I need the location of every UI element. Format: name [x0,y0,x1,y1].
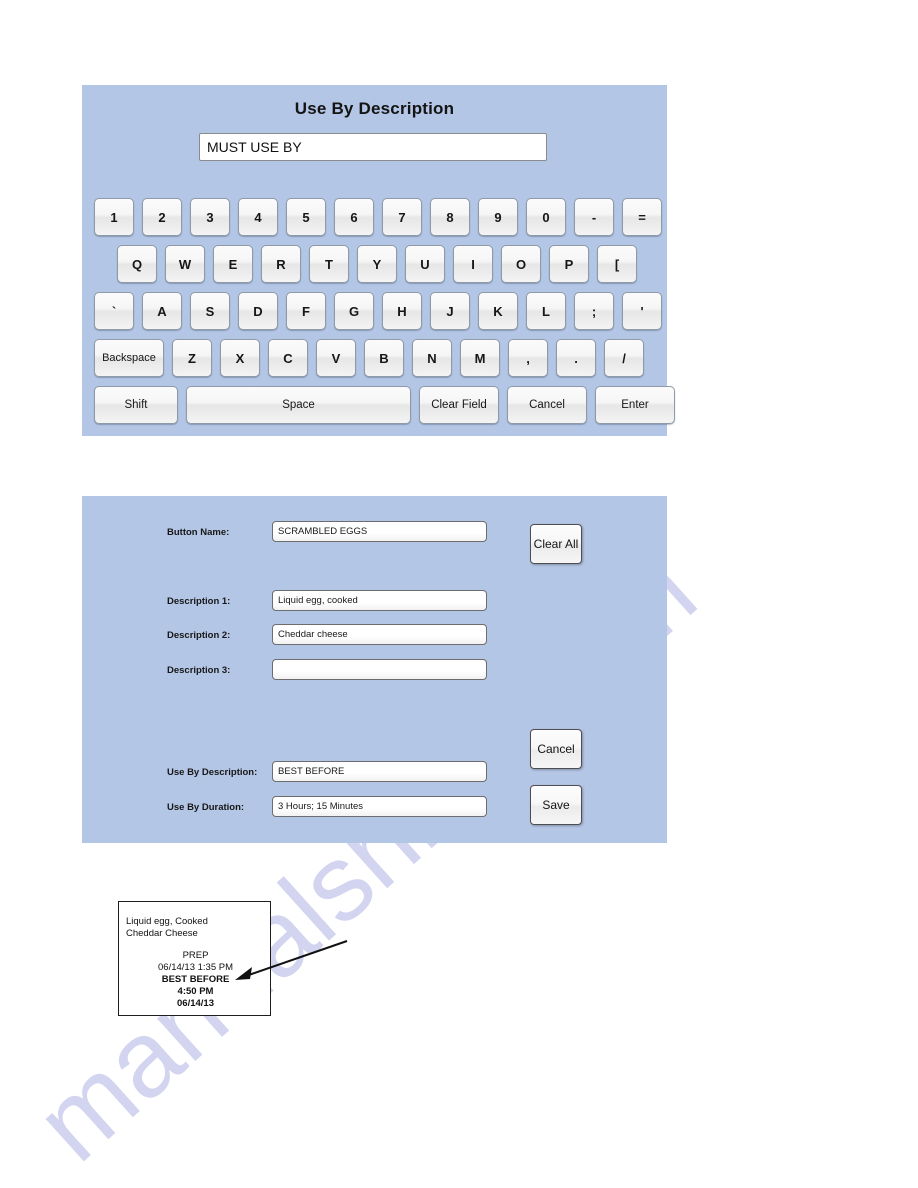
key-n[interactable]: N [412,339,452,377]
label-description-line-1: Liquid egg, Cooked [126,916,208,927]
keyboard-row-numbers: 1 2 3 4 5 6 7 8 9 0 - = [94,198,670,236]
description-1-input[interactable]: Liquid egg, cooked [272,590,487,611]
key-cancel[interactable]: Cancel [507,386,587,424]
key-8[interactable]: 8 [430,198,470,236]
key-enter[interactable]: Enter [595,386,675,424]
key-x[interactable]: X [220,339,260,377]
use-by-description-keyboard-panel: Use By Description MUST USE BY 1 2 3 4 5… [82,85,675,436]
key-6[interactable]: 6 [334,198,374,236]
key-4[interactable]: 4 [238,198,278,236]
key-c[interactable]: C [268,339,308,377]
use-by-duration-field[interactable]: 3 Hours; 15 Minutes [272,796,487,817]
keyboard-row-home: ` A S D F G H J K L ; ' [94,292,670,330]
description-2-input[interactable]: Cheddar cheese [272,624,487,645]
key-clear-field[interactable]: Clear Field [419,386,499,424]
key-1[interactable]: 1 [94,198,134,236]
key-j[interactable]: J [430,292,470,330]
key-y[interactable]: Y [357,245,397,283]
label-description-1: Description 1: [167,596,231,607]
key-period[interactable]: . [556,339,596,377]
key-v[interactable]: V [316,339,356,377]
key-5[interactable]: 5 [286,198,326,236]
key-f[interactable]: F [286,292,326,330]
key-p[interactable]: P [549,245,589,283]
keyboard-row-bottom: Backspace Z X C V B N M , . / [94,339,652,377]
key-2[interactable]: 2 [142,198,182,236]
key-m[interactable]: M [460,339,500,377]
button-configuration-form-panel: Button Name: SCRAMBLED EGGS Description … [82,496,667,843]
key-backtick[interactable]: ` [94,292,134,330]
key-q[interactable]: Q [117,245,157,283]
use-by-description-input[interactable]: MUST USE BY [199,133,547,161]
label-use-by-description: Use By Description: [167,767,258,778]
cancel-button[interactable]: Cancel [530,729,582,769]
save-button[interactable]: Save [530,785,582,825]
key-minus[interactable]: - [574,198,614,236]
key-l[interactable]: L [526,292,566,330]
panel-title: Use By Description [294,99,455,118]
key-r[interactable]: R [261,245,301,283]
key-w[interactable]: W [165,245,205,283]
key-d[interactable]: D [238,292,278,330]
key-h[interactable]: H [382,292,422,330]
label-button-name: Button Name: [167,527,230,538]
label-description-2: Description 2: [167,630,231,641]
button-name-input[interactable]: SCRAMBLED EGGS [272,521,487,542]
key-i[interactable]: I [453,245,493,283]
key-shift[interactable]: Shift [94,386,178,424]
callout-arrow-icon [235,940,348,980]
key-z[interactable]: Z [172,339,212,377]
keyboard-row-control: Shift Space Clear Field Cancel Enter [94,386,675,424]
key-9[interactable]: 9 [478,198,518,236]
key-o[interactable]: O [501,245,541,283]
key-semicolon[interactable]: ; [574,292,614,330]
label-use-by-date: 06/14/13 [177,998,214,1009]
key-e[interactable]: E [213,245,253,283]
label-use-by-duration: Use By Duration: [167,802,245,813]
label-description-3: Description 3: [167,665,231,676]
use-by-description-field[interactable]: BEST BEFORE [272,761,487,782]
key-7[interactable]: 7 [382,198,422,236]
key-k[interactable]: K [478,292,518,330]
key-slash[interactable]: / [604,339,644,377]
key-s[interactable]: S [190,292,230,330]
keyboard-row-qwerty: Q W E R T Y U I O P [ [117,245,645,283]
key-apostrophe[interactable]: ' [622,292,662,330]
description-3-input[interactable] [272,659,487,680]
label-description-line-2: Cheddar Cheese [126,928,198,939]
key-backspace[interactable]: Backspace [94,339,164,377]
key-u[interactable]: U [405,245,445,283]
key-space[interactable]: Space [186,386,411,424]
key-comma[interactable]: , [508,339,548,377]
key-3[interactable]: 3 [190,198,230,236]
key-bracket-left[interactable]: [ [597,245,637,283]
key-t[interactable]: T [309,245,349,283]
key-g[interactable]: G [334,292,374,330]
clear-all-button[interactable]: Clear All [530,524,582,564]
key-equals[interactable]: = [622,198,662,236]
key-a[interactable]: A [142,292,182,330]
key-b[interactable]: B [364,339,404,377]
key-0[interactable]: 0 [526,198,566,236]
